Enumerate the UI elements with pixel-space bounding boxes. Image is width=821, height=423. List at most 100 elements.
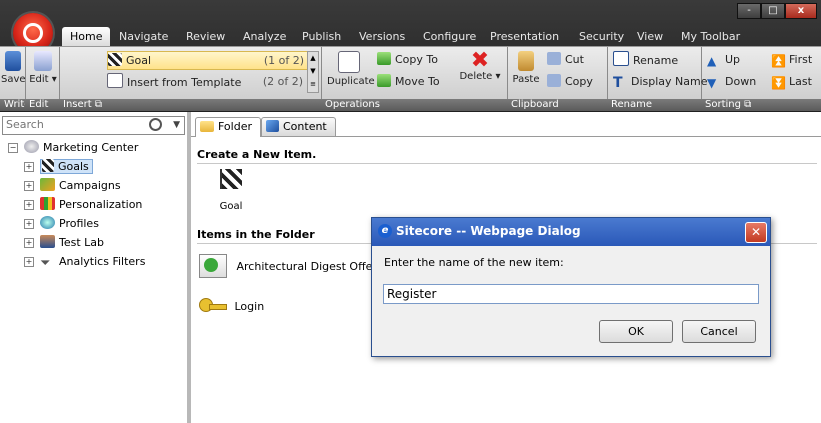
maximize-icon[interactable]: □: [761, 3, 785, 19]
close-icon[interactable]: x: [785, 3, 817, 19]
tab-configure[interactable]: Configure: [423, 27, 476, 46]
create-goal-item[interactable]: Goal: [213, 169, 249, 212]
cut-button[interactable]: Cut: [547, 51, 584, 68]
folder-item-architectural-digest-offer[interactable]: Architectural Digest Offer: [199, 254, 377, 284]
cancel-button[interactable]: Cancel: [682, 320, 756, 343]
sort-down-button[interactable]: ▼ Down: [707, 73, 756, 90]
expand-icon[interactable]: +: [24, 257, 34, 267]
rename-button[interactable]: Rename: [613, 51, 678, 68]
template-page-icon: [107, 73, 123, 88]
tab-folder[interactable]: Folder: [195, 117, 261, 137]
tab-presentation[interactable]: Presentation: [490, 27, 559, 46]
key-icon: [199, 296, 227, 316]
rename-group: Rename T Display Name Rename: [607, 47, 708, 111]
profiles-icon: [40, 216, 55, 229]
floppy-disk-icon: [5, 51, 21, 71]
move-to-button[interactable]: Move To: [377, 73, 440, 90]
tab-analyze[interactable]: Analyze: [243, 27, 286, 46]
tree-node-campaigns[interactable]: + Campaigns: [24, 177, 121, 195]
search-box: ▼: [2, 116, 185, 135]
close-icon[interactable]: ✕: [745, 222, 767, 243]
tree-node-personalization[interactable]: + Personalization: [24, 196, 142, 214]
tree-root-label: Marketing Center: [43, 141, 139, 154]
insert-template-label: Insert from Template: [127, 76, 242, 89]
minimize-icon[interactable]: -: [737, 3, 761, 19]
internet-explorer-icon: e: [378, 224, 392, 238]
edit-pencil-icon: [34, 51, 52, 71]
new-item-dialog: e Sitecore -- Webpage Dialog ✕ Enter the…: [371, 217, 771, 357]
tab-navigate[interactable]: Navigate: [119, 27, 168, 46]
filter-funnel-icon: ⏷: [40, 256, 51, 271]
tab-home[interactable]: Home: [62, 27, 111, 46]
display-name-icon: T: [613, 75, 623, 91]
delete-label: Delete: [459, 71, 493, 82]
clipboard-group-label: Clipboard: [507, 99, 607, 111]
goal-checkered-flag-icon: [220, 169, 242, 189]
tree-profiles-label: Profiles: [59, 217, 99, 230]
up-arrow-icon: ▲: [707, 54, 717, 68]
copy-to-button[interactable]: Copy To: [377, 51, 438, 68]
create-section-title: Create a New Item.: [197, 148, 317, 161]
write-group-label: Write: [0, 99, 30, 111]
tab-view[interactable]: View: [637, 27, 663, 46]
tab-versions[interactable]: Versions: [359, 27, 405, 46]
expand-icon[interactable]: +: [24, 238, 34, 248]
folder-item-login[interactable]: Login: [199, 296, 264, 324]
tree-node-selected: Goals: [40, 159, 93, 174]
item-name-input[interactable]: [383, 284, 759, 304]
divider: [197, 163, 817, 164]
tree-node-marketing-center[interactable]: − Marketing Center: [8, 139, 138, 157]
content-cube-icon: [266, 120, 279, 132]
tab-content[interactable]: Content: [261, 117, 336, 136]
write-group: Save Write: [0, 47, 30, 111]
insert-goal-label: Goal: [126, 54, 152, 67]
copy-label: Copy: [565, 75, 593, 88]
ok-button[interactable]: OK: [599, 320, 673, 343]
sorting-group-label: Sorting ⧉: [701, 99, 821, 111]
copy-to-icon: [377, 52, 391, 65]
rename-icon: [613, 51, 629, 66]
search-input[interactable]: [3, 117, 149, 132]
delete-button[interactable]: ✖ Delete ▾: [457, 50, 503, 83]
first-label: First: [789, 53, 813, 66]
insert-gallery-scrollbar[interactable]: ▲ ▼ ≡: [307, 51, 319, 93]
expand-icon[interactable]: +: [24, 162, 34, 172]
test-lab-user-icon: [40, 235, 55, 248]
operations-group-label: Operations: [321, 99, 507, 111]
tab-my-toolbar[interactable]: My Toolbar: [681, 27, 740, 46]
expand-icon[interactable]: +: [24, 181, 34, 191]
duplicate-pages-icon: [338, 51, 360, 73]
duplicate-button[interactable]: Duplicate: [327, 51, 375, 87]
display-name-button[interactable]: T Display Name: [613, 73, 708, 90]
sort-up-button[interactable]: ▲ Up: [707, 51, 740, 68]
collapse-icon[interactable]: −: [8, 143, 18, 153]
tree-node-goals[interactable]: + Goals: [24, 158, 93, 176]
tree-node-analytics-filters[interactable]: + ⏷ Analytics Filters: [24, 253, 145, 271]
tab-publish[interactable]: Publish: [302, 27, 341, 46]
tree-campaigns-label: Campaigns: [59, 179, 121, 192]
insert-from-template-item[interactable]: Insert from Template (2 of 2): [107, 73, 307, 90]
tab-review[interactable]: Review: [186, 27, 225, 46]
paste-button[interactable]: Paste: [509, 51, 543, 85]
tab-folder-label: Folder: [218, 120, 252, 133]
insert-goal-item[interactable]: Goal (1 of 2): [107, 51, 309, 70]
tree-analytics-filters-label: Analytics Filters: [59, 255, 146, 268]
expand-icon[interactable]: +: [24, 200, 34, 210]
tree-node-test-lab[interactable]: + Test Lab: [24, 234, 104, 252]
tree-node-profiles[interactable]: + Profiles: [24, 215, 99, 233]
expand-icon[interactable]: +: [24, 219, 34, 229]
chevron-down-icon[interactable]: ▼: [173, 120, 180, 130]
save-button[interactable]: Save: [1, 51, 26, 85]
tab-security[interactable]: Security: [579, 27, 624, 46]
edit-group-label: Edit: [25, 99, 59, 111]
edit-button[interactable]: Edit ▾: [28, 51, 58, 85]
tab-content-label: Content: [283, 120, 327, 133]
sort-first-button[interactable]: ⏫ First: [771, 51, 812, 68]
ribbon: Save Write Edit ▾ Edit Goal (1 of 2) Ins…: [0, 46, 821, 111]
ribbon-tabs: Home Navigate Review Analyze Publish Ver…: [62, 27, 821, 46]
sort-last-button[interactable]: ⏬ Last: [771, 73, 812, 90]
search-icon[interactable]: [149, 118, 162, 131]
rename-label: Rename: [633, 54, 679, 67]
copy-button[interactable]: Copy: [547, 73, 593, 90]
tree-goals-label: Goals: [58, 160, 89, 173]
